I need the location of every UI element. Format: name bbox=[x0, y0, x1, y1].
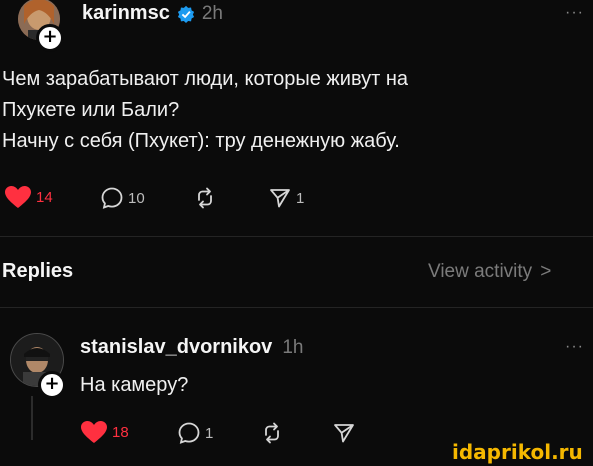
comment-count: 10 bbox=[128, 189, 145, 207]
post-time: 2h bbox=[201, 2, 223, 24]
post-divider bbox=[0, 236, 593, 237]
reply-header: stanislav_dvornikov 1h bbox=[80, 336, 303, 359]
post-line-2: Пхукете или Бали? bbox=[2, 99, 180, 121]
reply-time: 1h bbox=[282, 336, 304, 358]
post-line-3: Начну с себя (Пхукет): тру денежную жабу… bbox=[2, 130, 400, 152]
reply-more-icon[interactable]: ··· bbox=[565, 338, 584, 356]
like-count: 14 bbox=[36, 188, 53, 206]
replies-title: Replies bbox=[2, 260, 74, 282]
verified-badge-icon bbox=[177, 5, 194, 23]
post-line-1: Чем зарабатывают люди, которые живут на bbox=[2, 68, 409, 90]
watermark: idaprikol.ru bbox=[452, 440, 583, 464]
like-button[interactable]: 14 bbox=[4, 185, 53, 209]
repost-icon bbox=[198, 187, 212, 209]
reply-comment-button[interactable]: 1 bbox=[177, 421, 213, 445]
reply-repost-button[interactable] bbox=[260, 421, 284, 445]
repost-icon bbox=[265, 422, 279, 444]
reply-follow-plus-icon[interactable]: + bbox=[38, 371, 66, 399]
repost-button[interactable] bbox=[193, 186, 217, 210]
comment-bubble-icon bbox=[101, 187, 123, 209]
author-username[interactable]: karinmsc bbox=[82, 2, 170, 25]
reply-thread-line bbox=[31, 396, 33, 440]
comment-button[interactable]: 10 bbox=[100, 186, 145, 210]
reply-author-username[interactable]: stanislav_dvornikov bbox=[80, 336, 272, 359]
chevron-right-icon: > bbox=[540, 261, 552, 282]
heart-filled-icon bbox=[5, 186, 31, 208]
post-body: Чем зарабатывают люди, которые живут на … bbox=[2, 64, 582, 157]
reply-share-button[interactable] bbox=[332, 421, 356, 445]
view-activity-link[interactable]: View activity > bbox=[428, 261, 551, 283]
reply-comment-count: 1 bbox=[205, 424, 214, 442]
replies-divider bbox=[0, 307, 593, 308]
follow-plus-icon[interactable]: + bbox=[36, 24, 64, 52]
reply-like-button[interactable]: 18 bbox=[80, 420, 129, 444]
comment-bubble-icon bbox=[178, 422, 200, 444]
reply-text: На камеру? bbox=[80, 374, 189, 396]
send-icon bbox=[334, 424, 354, 443]
post-more-icon[interactable]: ··· bbox=[565, 4, 584, 22]
heart-filled-icon bbox=[81, 421, 107, 443]
send-icon bbox=[270, 189, 290, 208]
share-count: 1 bbox=[296, 189, 305, 207]
reply-like-count: 18 bbox=[112, 423, 129, 441]
view-activity-label: View activity bbox=[428, 261, 533, 282]
share-button[interactable]: 1 bbox=[268, 186, 304, 210]
post-header: karinmsc 2h bbox=[82, 2, 223, 25]
